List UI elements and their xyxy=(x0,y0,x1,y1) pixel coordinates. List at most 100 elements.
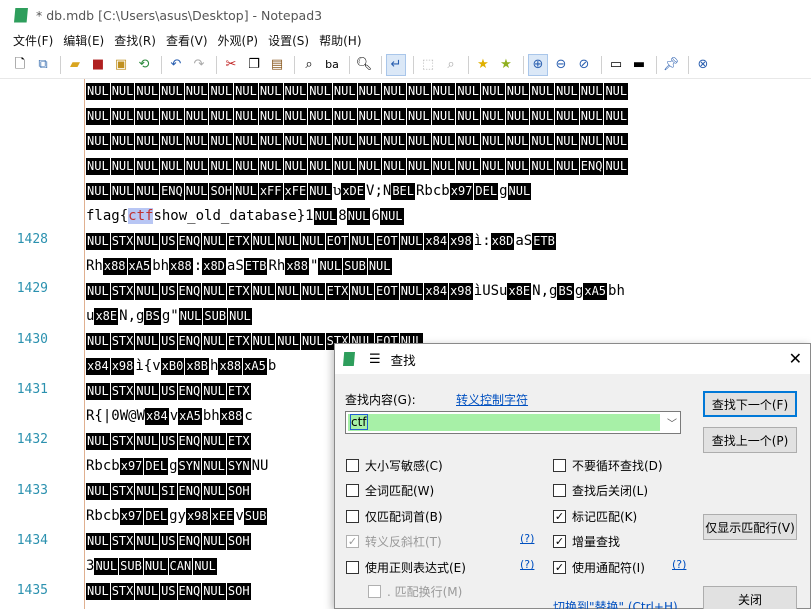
bookmark-all-star-icon[interactable]: ★ xyxy=(496,54,516,76)
control-char-token: xA5 xyxy=(127,257,152,275)
word-wrap-icon[interactable]: ↵ xyxy=(386,53,406,76)
control-char-token: NUL xyxy=(110,157,135,175)
switch-to-replace-link[interactable]: 切换到"替换" (Ctrl+H) xyxy=(553,598,678,609)
control-char-token: ENQ xyxy=(177,332,202,350)
control-char-token: ETB xyxy=(243,257,268,275)
control-char-token: US xyxy=(160,582,177,600)
control-char-token: NUL xyxy=(251,232,276,250)
control-char-token: NUL xyxy=(202,457,226,475)
control-char-token: NUL xyxy=(202,382,226,400)
incremental-find-checkbox[interactable]: ✓ 增量查找 xyxy=(553,533,620,550)
control-char-token: NUL xyxy=(530,132,555,150)
cut-icon[interactable]: ✂ xyxy=(221,54,241,76)
whole-word-checkbox[interactable]: 全词匹配(W) xyxy=(346,482,434,499)
text-token: Rh xyxy=(268,258,286,274)
wildcard-help-link[interactable]: (?) xyxy=(672,558,686,571)
select-icon[interactable]: ⬚ xyxy=(418,54,438,76)
control-char-token: NUL xyxy=(178,307,203,325)
close-button[interactable]: 关闭 xyxy=(703,586,797,609)
control-char-token: NUL xyxy=(202,332,226,350)
show-matching-lines-button[interactable]: 仅显示匹配行(V) xyxy=(703,514,797,540)
control-char-token: NUL xyxy=(110,132,135,150)
dot-matches-newline-checkbox[interactable]: . 匹配换行(M) xyxy=(368,583,462,600)
control-char-token: x8B xyxy=(185,357,210,375)
control-char-token: US xyxy=(160,432,177,450)
find-next-icon[interactable]: ⌕ xyxy=(441,54,461,76)
close-circle-icon[interactable]: ⊗ xyxy=(693,54,713,76)
menu-help[interactable]: 帮助(H) xyxy=(314,32,366,49)
control-char-token: NUL xyxy=(308,82,332,100)
find-binoculars-icon[interactable]: ⌕ xyxy=(299,54,319,76)
use-wildcards-checkbox[interactable]: ✓ 使用通配符(I) xyxy=(553,559,645,576)
find-next-button[interactable]: 查找下一个(F) xyxy=(703,391,797,417)
control-char-token: NUL xyxy=(456,157,480,175)
no-wrap-around-checkbox[interactable]: 不要循环查找(D) xyxy=(553,457,663,474)
menu-search[interactable]: 查找(R) xyxy=(109,32,161,49)
control-char-token: NUL xyxy=(258,157,283,175)
zoom-reset-icon[interactable]: ⊘ xyxy=(574,54,594,76)
control-char-token: NUL xyxy=(505,82,530,100)
escape-backslash-checkbox[interactable]: ✓ 转义反斜杠(T) xyxy=(346,533,442,550)
redo-icon[interactable]: ↷ xyxy=(189,54,209,76)
revert-icon[interactable]: ⟲ xyxy=(134,54,154,76)
undo-icon[interactable]: ↶ xyxy=(166,54,186,76)
menu-edit[interactable]: 编辑(E) xyxy=(58,32,109,49)
find-previous-button[interactable]: 查找上一个(P) xyxy=(703,427,797,453)
control-char-token: xB0 xyxy=(160,357,185,375)
pin-icon[interactable]: 📌︎ xyxy=(661,54,681,76)
replace-icon[interactable]: ba xyxy=(322,54,342,76)
console-icon[interactable]: ▬ xyxy=(629,54,649,76)
dialog-menu-icon[interactable]: ☰ xyxy=(369,352,381,367)
control-char-token: NUL xyxy=(258,132,283,150)
control-char-token: NUL xyxy=(555,82,579,100)
zoom-in-icon[interactable]: ⊕ xyxy=(528,53,548,76)
menu-view[interactable]: 查看(V) xyxy=(161,32,213,49)
match-word-start-checkbox[interactable]: 仅匹配词首(B) xyxy=(346,508,443,525)
zoom-out-icon[interactable]: ⊖ xyxy=(551,54,571,76)
control-char-token: NUL xyxy=(135,582,160,600)
menu-settings[interactable]: 设置(S) xyxy=(263,32,314,49)
regex-help-link[interactable]: (?) xyxy=(520,558,534,571)
menu-appearance[interactable]: 外观(P) xyxy=(213,32,264,49)
control-char-token: STX xyxy=(110,232,135,250)
control-char-token: NUL xyxy=(507,182,532,200)
close-icon[interactable]: ✕ xyxy=(789,349,802,368)
text-token: : xyxy=(193,258,203,274)
case-sensitive-checkbox[interactable]: 大小写敏感(C) xyxy=(346,457,443,474)
control-char-token: xEE xyxy=(210,507,235,525)
text-token: ʋ xyxy=(332,183,342,199)
paste-icon[interactable]: ▤ xyxy=(267,54,287,76)
bookmark-star-icon[interactable]: ★ xyxy=(473,54,493,76)
escape-control-chars-link[interactable]: 转义控制字符 xyxy=(456,391,528,408)
control-char-token: x98 xyxy=(449,232,473,250)
new-window-icon[interactable]: ⧉ xyxy=(33,54,53,76)
use-regex-checkbox[interactable]: 使用正则表达式(E) xyxy=(346,559,466,576)
settings-panel-icon[interactable]: ▭ xyxy=(606,54,626,76)
control-char-token: STX xyxy=(110,582,135,600)
control-char-token: NUL xyxy=(86,232,110,250)
control-char-token: NUL xyxy=(234,107,258,125)
menu-file[interactable]: 文件(F) xyxy=(8,32,58,49)
new-file-icon[interactable]: 🗋 xyxy=(10,54,30,76)
control-char-token: NUL xyxy=(604,82,629,100)
control-char-token: NUL xyxy=(135,482,160,500)
control-char-token: NUL xyxy=(234,157,258,175)
text-token: N xyxy=(532,283,541,299)
copy-icon[interactable]: ❐ xyxy=(244,54,264,76)
save-icon[interactable]: ■ xyxy=(88,54,108,76)
open-folder-icon[interactable]: ▰ xyxy=(65,54,85,76)
escape-help-link[interactable]: (?) xyxy=(520,532,534,545)
mark-matches-checkbox[interactable]: ✓ 标记匹配(K) xyxy=(553,508,637,525)
find-input[interactable]: ctf ﹀ xyxy=(345,411,681,434)
control-char-token: NUL xyxy=(530,107,555,125)
control-char-token: NUL xyxy=(283,157,308,175)
goto-search-icon[interactable]: 🔍︎ xyxy=(354,54,374,76)
text-token: ì{v xyxy=(135,358,161,374)
control-char-token: NUL xyxy=(308,182,332,200)
close-after-find-checkbox[interactable]: 查找后关闭(L) xyxy=(553,482,648,499)
save-as-icon[interactable]: ▣ xyxy=(111,54,131,76)
text-token: ,g xyxy=(127,308,145,324)
chevron-down-icon[interactable]: ﹀ xyxy=(667,415,677,430)
control-char-token: US xyxy=(160,382,177,400)
control-char-token: NUL xyxy=(456,107,480,125)
